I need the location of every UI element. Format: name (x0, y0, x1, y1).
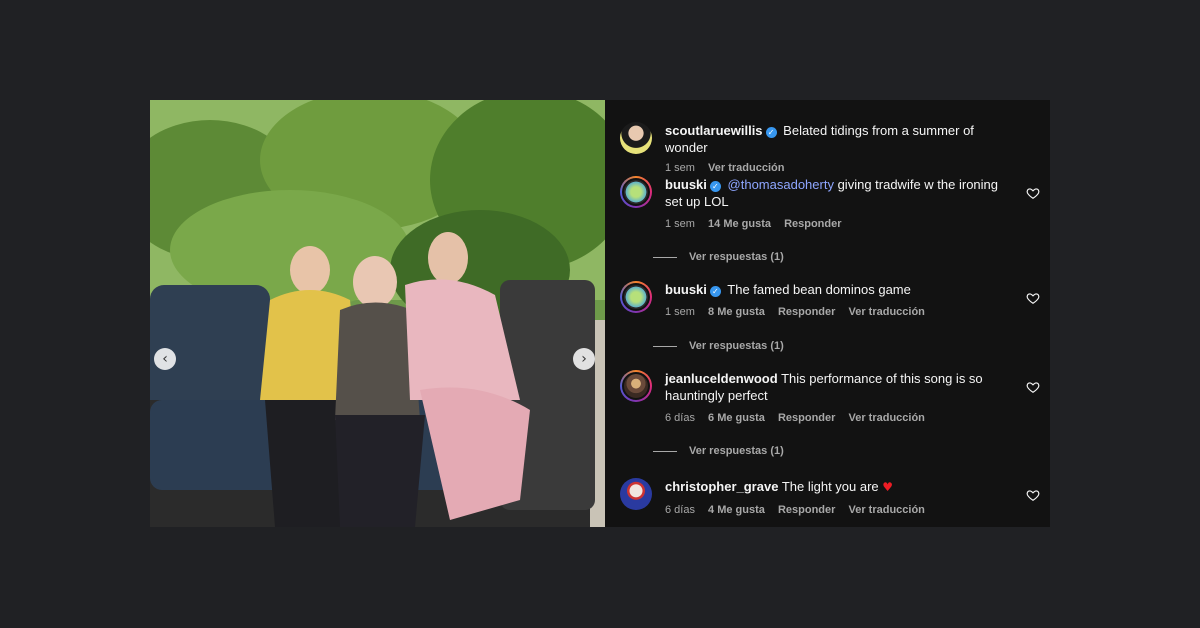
comment-text: The light you are (781, 479, 879, 494)
see-translation-link[interactable]: Ver traducción (708, 162, 784, 174)
photo-illustration (150, 100, 605, 527)
verified-badge-icon: ✓ (765, 127, 777, 138)
red-heart-emoji-icon: ♥ (882, 480, 894, 494)
see-translation-link[interactable]: Ver traducción (848, 504, 924, 516)
instagram-post: ‹ › scoutlaruewillis ✓ Belated tidings fr… (150, 100, 1050, 527)
avatar[interactable] (620, 122, 652, 154)
chevron-right-icon: › (581, 351, 587, 367)
username-link[interactable]: christopher_grave (665, 479, 778, 494)
verified-badge-icon: ✓ (709, 181, 721, 192)
see-translation-link[interactable]: Ver traducción (848, 306, 924, 318)
divider (653, 256, 677, 258)
reply-button[interactable]: Responder (784, 218, 841, 230)
avatar[interactable] (620, 370, 652, 402)
timestamp: 1 sem (665, 162, 695, 174)
next-photo-button[interactable]: › (573, 348, 595, 370)
reply-button[interactable]: Responder (778, 504, 835, 516)
reply-button[interactable]: Responder (778, 412, 835, 424)
likes-count[interactable]: 6 Me gusta (708, 412, 765, 424)
username-link[interactable]: buuski (665, 282, 707, 297)
view-replies-button[interactable]: Ver respuestas (1) (653, 340, 784, 352)
likes-count[interactable]: 14 Me gusta (708, 218, 771, 230)
timestamp: 1 sem (665, 306, 695, 318)
like-heart-icon[interactable] (1026, 291, 1040, 305)
likes-count[interactable]: 8 Me gusta (708, 306, 765, 318)
likes-count[interactable]: 4 Me gusta (708, 504, 765, 516)
view-replies-label: Ver respuestas (1) (689, 445, 784, 457)
like-heart-icon[interactable] (1026, 488, 1040, 502)
post-photo[interactable]: ‹ › (150, 100, 605, 527)
like-heart-icon[interactable] (1026, 380, 1040, 394)
username-link[interactable]: buuski (665, 177, 707, 192)
timestamp: 6 días (665, 504, 695, 516)
username-link[interactable]: jeanluceldenwood (665, 371, 778, 386)
previous-photo-button[interactable]: ‹ (154, 348, 176, 370)
divider (653, 450, 677, 452)
avatar[interactable] (620, 176, 652, 208)
view-replies-button[interactable]: Ver respuestas (1) (653, 445, 784, 457)
view-replies-label: Ver respuestas (1) (689, 340, 784, 352)
reply-button[interactable]: Responder (778, 306, 835, 318)
timestamp: 1 sem (665, 218, 695, 230)
comment-text: The famed bean dominos game (727, 282, 911, 297)
view-replies-button[interactable]: Ver respuestas (1) (653, 251, 784, 263)
avatar[interactable] (620, 478, 652, 510)
avatar[interactable] (620, 281, 652, 313)
timestamp: 6 días (665, 412, 695, 424)
comments-panel: scoutlaruewillis ✓ Belated tidings from a… (605, 100, 1050, 527)
see-translation-link[interactable]: Ver traducción (848, 412, 924, 424)
view-replies-label: Ver respuestas (1) (689, 251, 784, 263)
chevron-left-icon: ‹ (162, 351, 168, 367)
divider (653, 345, 677, 347)
mention-link[interactable]: @thomasadoherty (728, 177, 834, 192)
verified-badge-icon: ✓ (709, 286, 721, 297)
username-link[interactable]: scoutlaruewillis (665, 123, 763, 138)
like-heart-icon[interactable] (1026, 186, 1040, 200)
